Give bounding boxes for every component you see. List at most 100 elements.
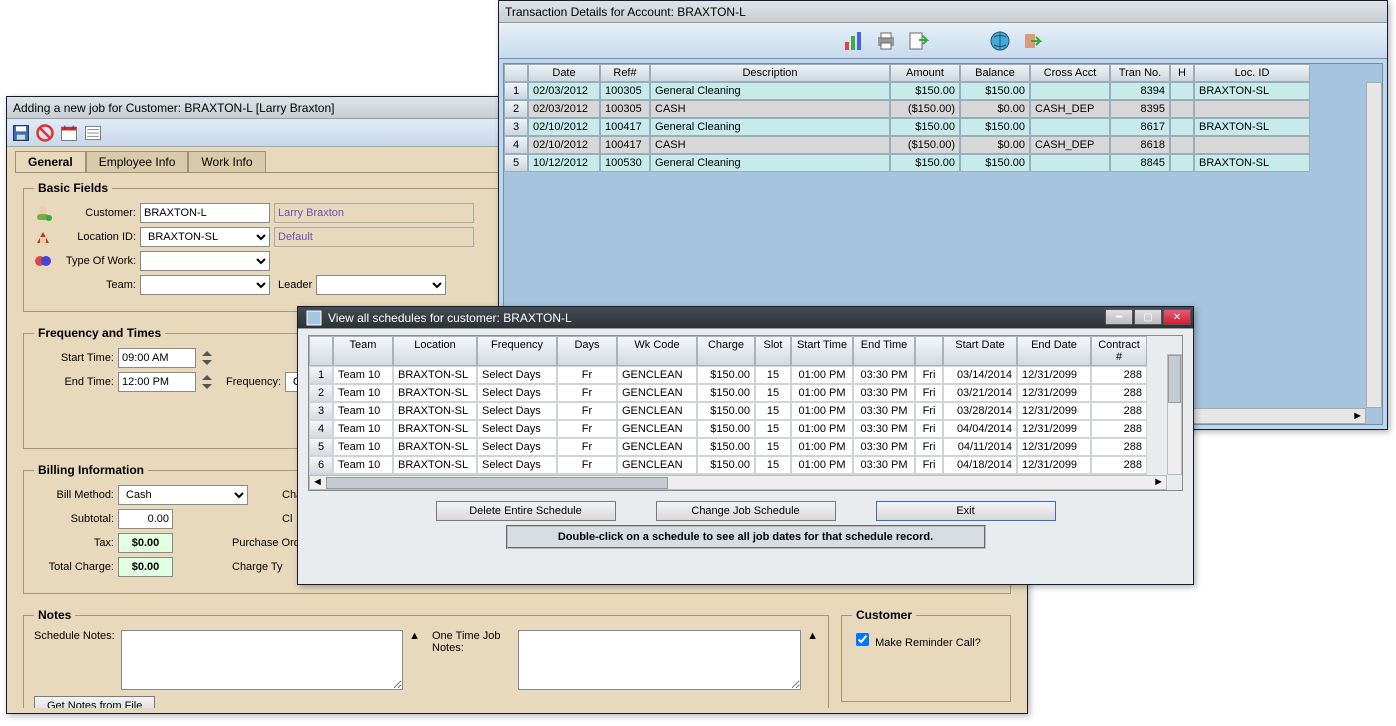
column-header[interactable]: Loc. ID xyxy=(1194,64,1310,82)
column-header[interactable]: Team xyxy=(333,336,393,366)
cancel-icon[interactable] xyxy=(35,123,55,143)
cell-charge[interactable]: $150.00 xyxy=(697,366,755,384)
cell-contract[interactable]: 288 xyxy=(1091,366,1147,384)
cell-enddate[interactable]: 12/31/2099 xyxy=(1017,402,1091,420)
cell-dow[interactable]: Fri xyxy=(915,402,943,420)
cell-charge[interactable]: $150.00 xyxy=(697,402,755,420)
cell-tran[interactable]: 8394 xyxy=(1110,82,1170,100)
cell-loc[interactable]: BRAXTON-SL xyxy=(393,402,477,420)
cell-tran[interactable]: 8618 xyxy=(1110,136,1170,154)
row-header[interactable]: 2 xyxy=(504,100,528,118)
cell-balance[interactable]: $0.00 xyxy=(960,136,1030,154)
cell-freq[interactable]: Select Days xyxy=(477,366,557,384)
end-time-input[interactable] xyxy=(118,372,196,392)
cell-loc[interactable]: BRAXTON-SL xyxy=(393,420,477,438)
tx-grid[interactable]: DateRef#DescriptionAmountBalanceCross Ac… xyxy=(504,64,1382,172)
cell-slot[interactable]: 15 xyxy=(755,384,791,402)
column-header[interactable]: Frequency xyxy=(477,336,557,366)
column-header[interactable]: Ref# xyxy=(600,64,650,82)
cell-dow[interactable]: Fri xyxy=(915,420,943,438)
cell-end[interactable]: 03:30 PM xyxy=(853,366,915,384)
tx-vscroll[interactable] xyxy=(1366,82,1382,408)
cell-contract[interactable]: 288 xyxy=(1091,456,1147,474)
column-header[interactable] xyxy=(915,336,943,366)
row-header[interactable]: 1 xyxy=(504,82,528,100)
cell-amount[interactable]: ($150.00) xyxy=(890,136,960,154)
cell-loc[interactable] xyxy=(1194,136,1310,154)
cell-ref[interactable]: 100305 xyxy=(600,100,650,118)
cell-start[interactable]: 01:00 PM xyxy=(791,456,853,474)
scroll-up-icon[interactable]: ▲ xyxy=(409,630,420,690)
cell-cross[interactable]: CASH_DEP xyxy=(1030,136,1110,154)
sched-grid[interactable]: TeamLocationFrequencyDaysWk CodeChargeSl… xyxy=(309,336,1182,491)
scroll-right-icon[interactable]: ► xyxy=(1153,476,1164,488)
cell-tran[interactable]: 8845 xyxy=(1110,154,1170,172)
sched-hscroll[interactable]: ◄ ► xyxy=(309,475,1167,490)
cell-tran[interactable]: 8617 xyxy=(1110,118,1170,136)
cell-desc[interactable]: General Cleaning xyxy=(650,82,890,100)
cell-dow[interactable]: Fri xyxy=(915,438,943,456)
column-header[interactable] xyxy=(309,336,333,366)
cell-loc[interactable]: BRAXTON-SL xyxy=(393,384,477,402)
cell-days[interactable]: Fr xyxy=(557,420,617,438)
cell-enddate[interactable]: 12/31/2099 xyxy=(1017,438,1091,456)
cell-wk[interactable]: GENCLEAN xyxy=(617,384,697,402)
row-header[interactable]: 2 xyxy=(309,384,333,402)
column-header[interactable]: End Time xyxy=(853,336,915,366)
exit-button[interactable]: Exit xyxy=(876,501,1056,521)
cell-amount[interactable]: $150.00 xyxy=(890,82,960,100)
cell-contract[interactable]: 288 xyxy=(1091,402,1147,420)
cell-startdate[interactable]: 04/11/2014 xyxy=(943,438,1017,456)
row-header[interactable]: 1 xyxy=(309,366,333,384)
cell-charge[interactable]: $150.00 xyxy=(697,384,755,402)
print-icon[interactable] xyxy=(875,30,897,52)
reminder-row[interactable]: Make Reminder Call? xyxy=(852,637,981,649)
customer-input[interactable] xyxy=(140,203,270,223)
cell-freq[interactable]: Select Days xyxy=(477,456,557,474)
reminder-checkbox[interactable] xyxy=(856,633,869,646)
cell-date[interactable]: 02/03/2012 xyxy=(528,82,600,100)
subtotal-input[interactable] xyxy=(118,509,173,529)
globe-icon[interactable] xyxy=(989,30,1011,52)
column-header[interactable]: Contract # xyxy=(1091,336,1147,366)
row-header[interactable]: 4 xyxy=(504,136,528,154)
cell-h[interactable] xyxy=(1170,136,1194,154)
cell-date[interactable]: 02/03/2012 xyxy=(528,100,600,118)
column-header[interactable]: H xyxy=(1170,64,1194,82)
cell-balance[interactable]: $150.00 xyxy=(960,154,1030,172)
cell-h[interactable] xyxy=(1170,118,1194,136)
cell-amount[interactable]: $150.00 xyxy=(890,154,960,172)
cell-end[interactable]: 03:30 PM xyxy=(853,456,915,474)
spinner-icon[interactable] xyxy=(200,348,214,368)
cell-contract[interactable]: 288 xyxy=(1091,438,1147,456)
cell-days[interactable]: Fr xyxy=(557,438,617,456)
cell-loc[interactable] xyxy=(1194,100,1310,118)
cell-balance[interactable]: $0.00 xyxy=(960,100,1030,118)
scroll-up-icon[interactable]: ▲ xyxy=(807,630,818,690)
cell-cross[interactable] xyxy=(1030,154,1110,172)
cell-end[interactable]: 03:30 PM xyxy=(853,402,915,420)
row-header[interactable]: 4 xyxy=(309,420,333,438)
cell-loc[interactable]: BRAXTON-SL xyxy=(1194,154,1310,172)
column-header[interactable]: Location xyxy=(393,336,477,366)
column-header[interactable]: Days xyxy=(557,336,617,366)
cell-date[interactable]: 10/12/2012 xyxy=(528,154,600,172)
column-header[interactable]: Slot xyxy=(755,336,791,366)
chart-icon[interactable] xyxy=(843,30,865,52)
cell-freq[interactable]: Select Days xyxy=(477,420,557,438)
start-time-input[interactable] xyxy=(118,348,196,368)
cell-dow[interactable]: Fri xyxy=(915,456,943,474)
cell-charge[interactable]: $150.00 xyxy=(697,438,755,456)
cell-team[interactable]: Team 10 xyxy=(333,420,393,438)
cell-amount[interactable]: ($150.00) xyxy=(890,100,960,118)
sched-title-bar[interactable]: View all schedules for customer: BRAXTON… xyxy=(298,307,1193,329)
cell-balance[interactable]: $150.00 xyxy=(960,118,1030,136)
scroll-left-icon[interactable]: ◄ xyxy=(312,476,323,488)
cell-cross[interactable] xyxy=(1030,118,1110,136)
save-icon[interactable] xyxy=(11,123,31,143)
cell-desc[interactable]: General Cleaning xyxy=(650,154,890,172)
cell-enddate[interactable]: 12/31/2099 xyxy=(1017,420,1091,438)
team-select[interactable] xyxy=(140,275,270,295)
cell-dow[interactable]: Fri xyxy=(915,366,943,384)
column-header[interactable]: Amount xyxy=(890,64,960,82)
